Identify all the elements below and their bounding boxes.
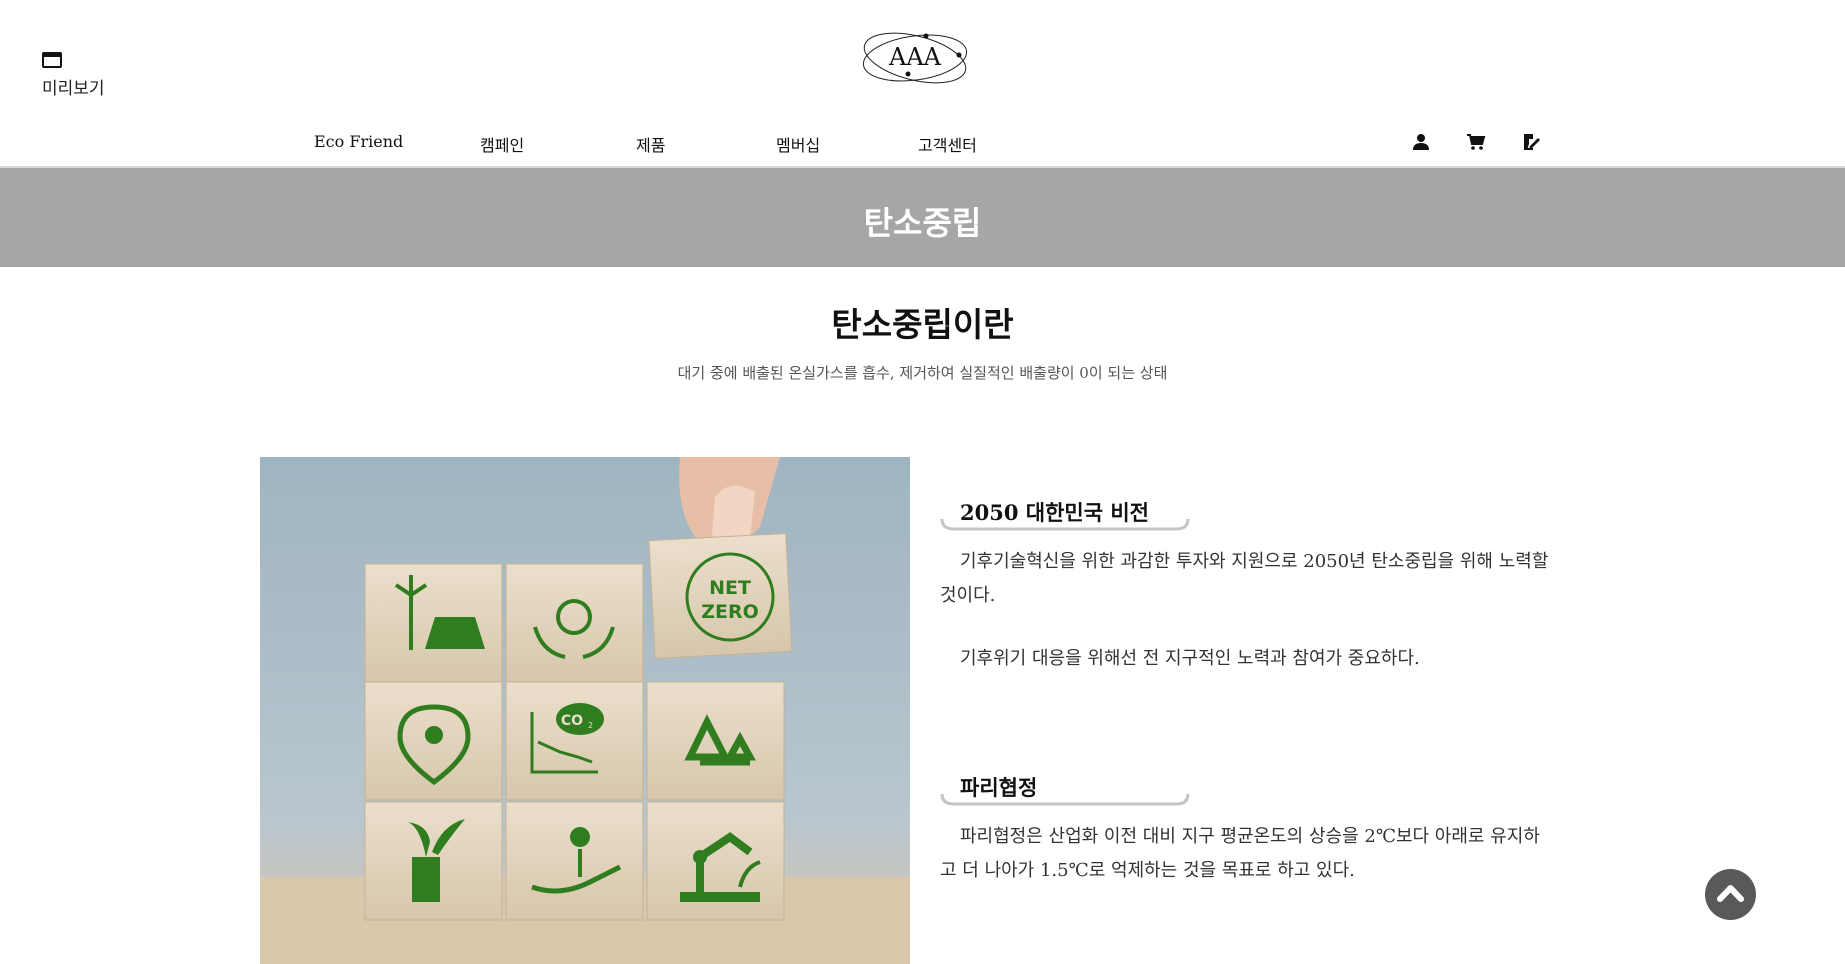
edit-icon[interactable] bbox=[1521, 132, 1541, 152]
co2-subscript: 2 bbox=[588, 721, 593, 730]
preview-label: 미리보기 bbox=[42, 79, 105, 99]
page-banner: 탄소중립 bbox=[0, 168, 1845, 267]
nav-item-customer-center[interactable]: 고객센터 bbox=[918, 132, 977, 156]
chevron-up-icon bbox=[1717, 885, 1744, 902]
main-nav: Eco Friend 캠페인 제품 멤버십 고객센터 bbox=[0, 132, 1845, 156]
net-zero-blocks-image: NET ZERO CO 2 bbox=[260, 457, 910, 964]
zero-text: ZERO bbox=[701, 601, 759, 623]
banner-title: 탄소중립 bbox=[863, 204, 982, 242]
paris-paragraph-1: 파리협정은 산업화 이전 대비 지구 평균온도의 상승을 2℃보다 아래로 유지… bbox=[940, 826, 1540, 881]
heading-underline bbox=[940, 518, 1190, 531]
vision-paragraph-1: 기후기술혁신을 위한 과감한 투자와 지원으로 2050년 탄소중립을 위해 노… bbox=[940, 551, 1549, 606]
section-description: 대기 중에 배출된 온실가스를 흡수, 제거하여 실질적인 배출량이 0이 되는… bbox=[677, 364, 1168, 382]
logo-text: AAA bbox=[888, 43, 942, 71]
scroll-top-button[interactable] bbox=[1705, 869, 1756, 920]
window-icon bbox=[42, 52, 62, 68]
nav-item-eco-friend[interactable]: Eco Friend bbox=[314, 132, 403, 151]
heading-underline bbox=[940, 793, 1190, 806]
nav-item-products[interactable]: 제품 bbox=[636, 132, 665, 156]
site-logo[interactable]: AAA bbox=[860, 20, 970, 96]
nav-item-membership[interactable]: 멤버십 bbox=[776, 132, 820, 156]
cart-icon[interactable] bbox=[1466, 132, 1486, 152]
vision-heading: 2050 대한민국 비전 bbox=[940, 491, 1190, 531]
net-text: NET bbox=[709, 577, 751, 599]
paris-heading: 파리협정 bbox=[940, 766, 1190, 806]
vision-paragraph-2: 기후위기 대응을 위해선 전 지구적인 노력과 참여가 중요하다. bbox=[960, 648, 1420, 669]
nav-item-campaign[interactable]: 캠페인 bbox=[480, 132, 524, 156]
preview-button[interactable]: 미리보기 bbox=[42, 52, 105, 99]
co2-text: CO bbox=[561, 713, 583, 729]
user-icon[interactable] bbox=[1411, 132, 1431, 152]
section-title: 탄소중립이란 bbox=[831, 305, 1014, 344]
